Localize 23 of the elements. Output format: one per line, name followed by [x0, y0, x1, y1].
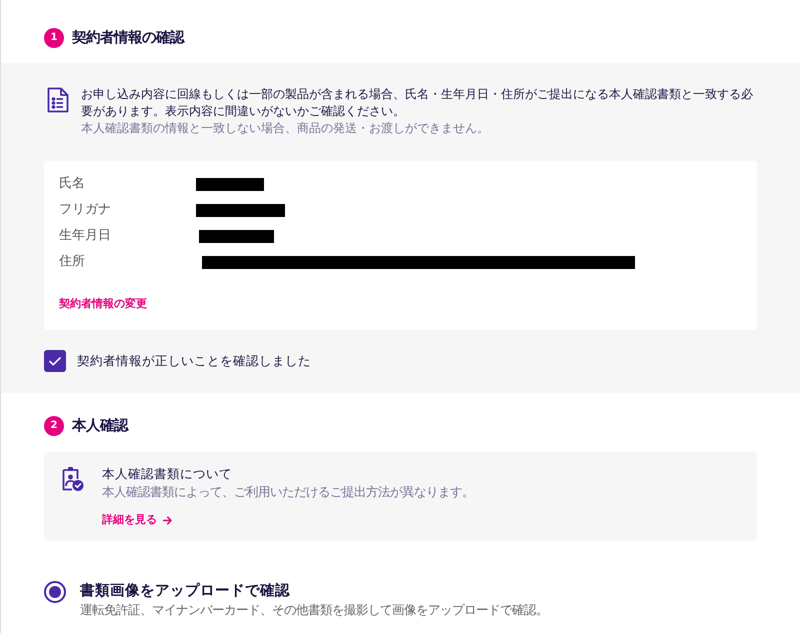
check-icon [49, 356, 61, 366]
method-description: 運転免許証、マイナンバーカード、その他書類を撮影して画像をアップロードで確認。 [80, 601, 548, 619]
info-card-description: 本人確認書類によって、ご利用いただけるご提出方法が異なります。 [102, 483, 474, 501]
step-number: 2 [44, 416, 64, 436]
section-title: 本人確認 [72, 416, 128, 436]
arrow-right-icon [163, 516, 172, 524]
notice-note: 本人確認書類の情報と一致しない場合、商品の発送・お渡しができません。 [81, 120, 490, 137]
checkbox[interactable] [44, 350, 66, 372]
checkbox-label: 契約者情報が正しいことを確認しました [77, 352, 311, 370]
id-badge-check-icon [62, 466, 84, 492]
field-label: 生年月日 [59, 227, 112, 246]
document-list-icon [47, 87, 69, 113]
section-title: 契約者情報の確認 [72, 28, 184, 48]
radio-button[interactable] [44, 581, 66, 603]
field-label: 氏名 [59, 175, 86, 194]
details-link[interactable]: 詳細を見る [102, 513, 172, 527]
field-label: フリガナ [59, 201, 112, 220]
change-contractor-link[interactable]: 契約者情報の変更 [59, 297, 147, 311]
step-number: 1 [44, 28, 64, 48]
field-label: 住所 [59, 253, 86, 272]
method-title: 書類画像をアップロードで確認 [80, 581, 290, 601]
info-card-title: 本人確認書類について [102, 465, 232, 483]
notice-text: お申し込み内容に回線もしくは一部の製品が含まれる場合、氏名・生年月日・住所がご提出になる本人確認書類と一致する必要があります。表示内容に間違いがないかご確認ください。 [81, 86, 754, 120]
